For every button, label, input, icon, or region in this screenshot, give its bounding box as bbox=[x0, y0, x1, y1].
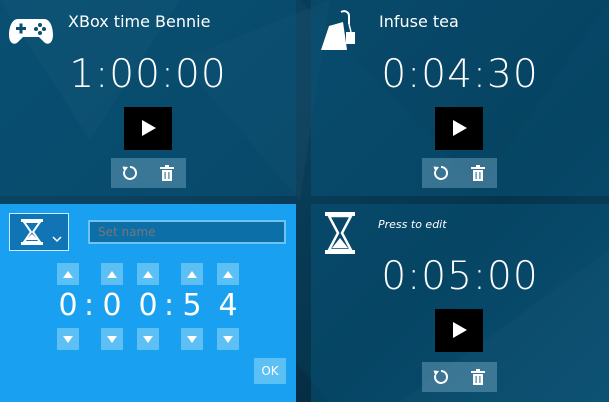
play-icon bbox=[453, 322, 467, 338]
trash-icon bbox=[470, 369, 485, 385]
play-icon bbox=[453, 120, 467, 136]
delete-button[interactable] bbox=[459, 362, 496, 392]
reset-icon bbox=[433, 369, 448, 384]
timer-time: 0:05:00 bbox=[381, 254, 539, 299]
minutes-ones-down-button[interactable] bbox=[137, 328, 159, 350]
hourglass-icon bbox=[325, 212, 355, 258]
hours-down-button[interactable] bbox=[57, 328, 79, 350]
timer-time: 0:04:30 bbox=[381, 52, 539, 97]
timer-tile-xbox[interactable]: XBox time Bennie 1:00:00 bbox=[0, 0, 296, 196]
reset-button[interactable] bbox=[111, 158, 148, 188]
delete-button[interactable] bbox=[459, 158, 496, 188]
hours-up-button[interactable] bbox=[57, 263, 79, 285]
reset-icon bbox=[122, 165, 137, 180]
down-arrow-icon bbox=[63, 335, 73, 343]
timer-actions bbox=[422, 362, 497, 392]
timer-name: XBox time Bennie bbox=[68, 12, 211, 31]
time-separator: : bbox=[84, 288, 95, 323]
gamepad-icon bbox=[8, 15, 54, 51]
timer-tile-hourglass[interactable]: Press to edit 0:05:00 bbox=[311, 204, 609, 402]
seconds-ones-digit: 4 bbox=[218, 288, 238, 323]
hourglass-icon bbox=[20, 219, 44, 249]
down-arrow-icon bbox=[187, 335, 197, 343]
up-arrow-icon bbox=[223, 270, 233, 278]
minutes-ones-up-button[interactable] bbox=[137, 263, 159, 285]
time-separator: : bbox=[164, 288, 175, 323]
seconds-tens-up-button[interactable] bbox=[181, 263, 203, 285]
play-button[interactable] bbox=[435, 107, 483, 150]
reset-icon bbox=[433, 165, 448, 180]
seconds-ones-up-button[interactable] bbox=[217, 263, 239, 285]
minutes-tens-down-button[interactable] bbox=[101, 328, 123, 350]
down-arrow-icon bbox=[143, 335, 153, 343]
timer-time: 1:00:00 bbox=[69, 52, 227, 97]
timer-tile-tea[interactable]: Infuse tea 0:04:30 bbox=[311, 0, 609, 196]
timer-name-input[interactable] bbox=[88, 220, 286, 244]
trash-icon bbox=[470, 165, 485, 181]
play-button[interactable] bbox=[435, 309, 483, 352]
ok-button[interactable]: OK bbox=[254, 358, 286, 384]
down-arrow-icon bbox=[223, 335, 233, 343]
icon-selector[interactable] bbox=[9, 213, 69, 251]
edit-hint: Press to edit bbox=[378, 218, 447, 231]
up-arrow-icon bbox=[63, 270, 73, 278]
minutes-tens-digit: 0 bbox=[102, 288, 122, 323]
up-arrow-icon bbox=[187, 270, 197, 278]
up-arrow-icon bbox=[107, 270, 117, 278]
seconds-ones-down-button[interactable] bbox=[217, 328, 239, 350]
seconds-tens-down-button[interactable] bbox=[181, 328, 203, 350]
delete-button[interactable] bbox=[148, 158, 185, 188]
play-icon bbox=[142, 120, 156, 136]
minutes-ones-digit: 0 bbox=[138, 288, 158, 323]
timer-name: Infuse tea bbox=[379, 12, 459, 31]
seconds-tens-digit: 5 bbox=[182, 288, 202, 323]
timer-actions bbox=[111, 158, 186, 188]
reset-button[interactable] bbox=[422, 362, 459, 392]
play-button[interactable] bbox=[124, 107, 172, 150]
up-arrow-icon bbox=[143, 270, 153, 278]
timer-actions bbox=[422, 158, 497, 188]
chevron-down-icon bbox=[52, 228, 62, 247]
hours-digit: 0 bbox=[58, 288, 78, 323]
minutes-tens-up-button[interactable] bbox=[101, 263, 123, 285]
down-arrow-icon bbox=[107, 335, 117, 343]
reset-button[interactable] bbox=[422, 158, 459, 188]
teabag-icon bbox=[319, 10, 363, 56]
trash-icon bbox=[159, 165, 174, 181]
